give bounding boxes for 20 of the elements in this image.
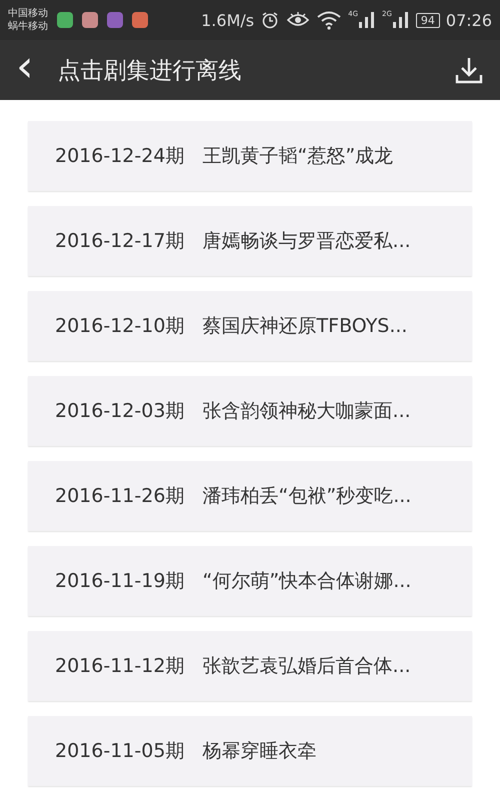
episode-item[interactable]: 2016-11-26期 潘玮柏丢“包袱”秒变吃... — [28, 461, 472, 531]
episode-item[interactable]: 2016-11-12期 张歆艺袁弘婚后首合体... — [28, 631, 472, 701]
episode-item[interactable]: 2016-12-03期 张含韵领神秘大咖蒙面... — [28, 376, 472, 446]
episode-item[interactable]: 2016-12-17期 唐嫣畅谈与罗晋恋爱私... — [28, 206, 472, 276]
carrier-label: 蜗牛移动 — [8, 20, 48, 33]
network-speed: 1.6M/s — [201, 10, 254, 30]
episode-item[interactable]: 2016-12-10期 蔡国庆神还原TFBOYS... — [28, 291, 472, 361]
battery-level: 94 — [416, 12, 440, 28]
episode-item[interactable]: 2016-12-24期 王凯黄子韬“惹怒”成龙 — [28, 121, 472, 191]
signal-icon — [358, 12, 376, 28]
download-icon[interactable] — [454, 55, 484, 85]
back-button[interactable]: ‹ — [16, 45, 40, 95]
episode-item[interactable]: 2016-11-19期 “何尔萌”快本合体谢娜... — [28, 546, 472, 616]
page-title: 点击剧集进行离线 — [58, 56, 243, 86]
carrier-label: 中国移动 — [8, 7, 48, 20]
alarm-icon — [260, 10, 280, 30]
wifi-icon — [316, 10, 342, 30]
clock-time: 07:26 — [446, 10, 492, 30]
episode-item[interactable]: 2016-11-05期 杨幂穿睡衣牵 — [28, 716, 472, 786]
signal-icon — [392, 12, 410, 28]
